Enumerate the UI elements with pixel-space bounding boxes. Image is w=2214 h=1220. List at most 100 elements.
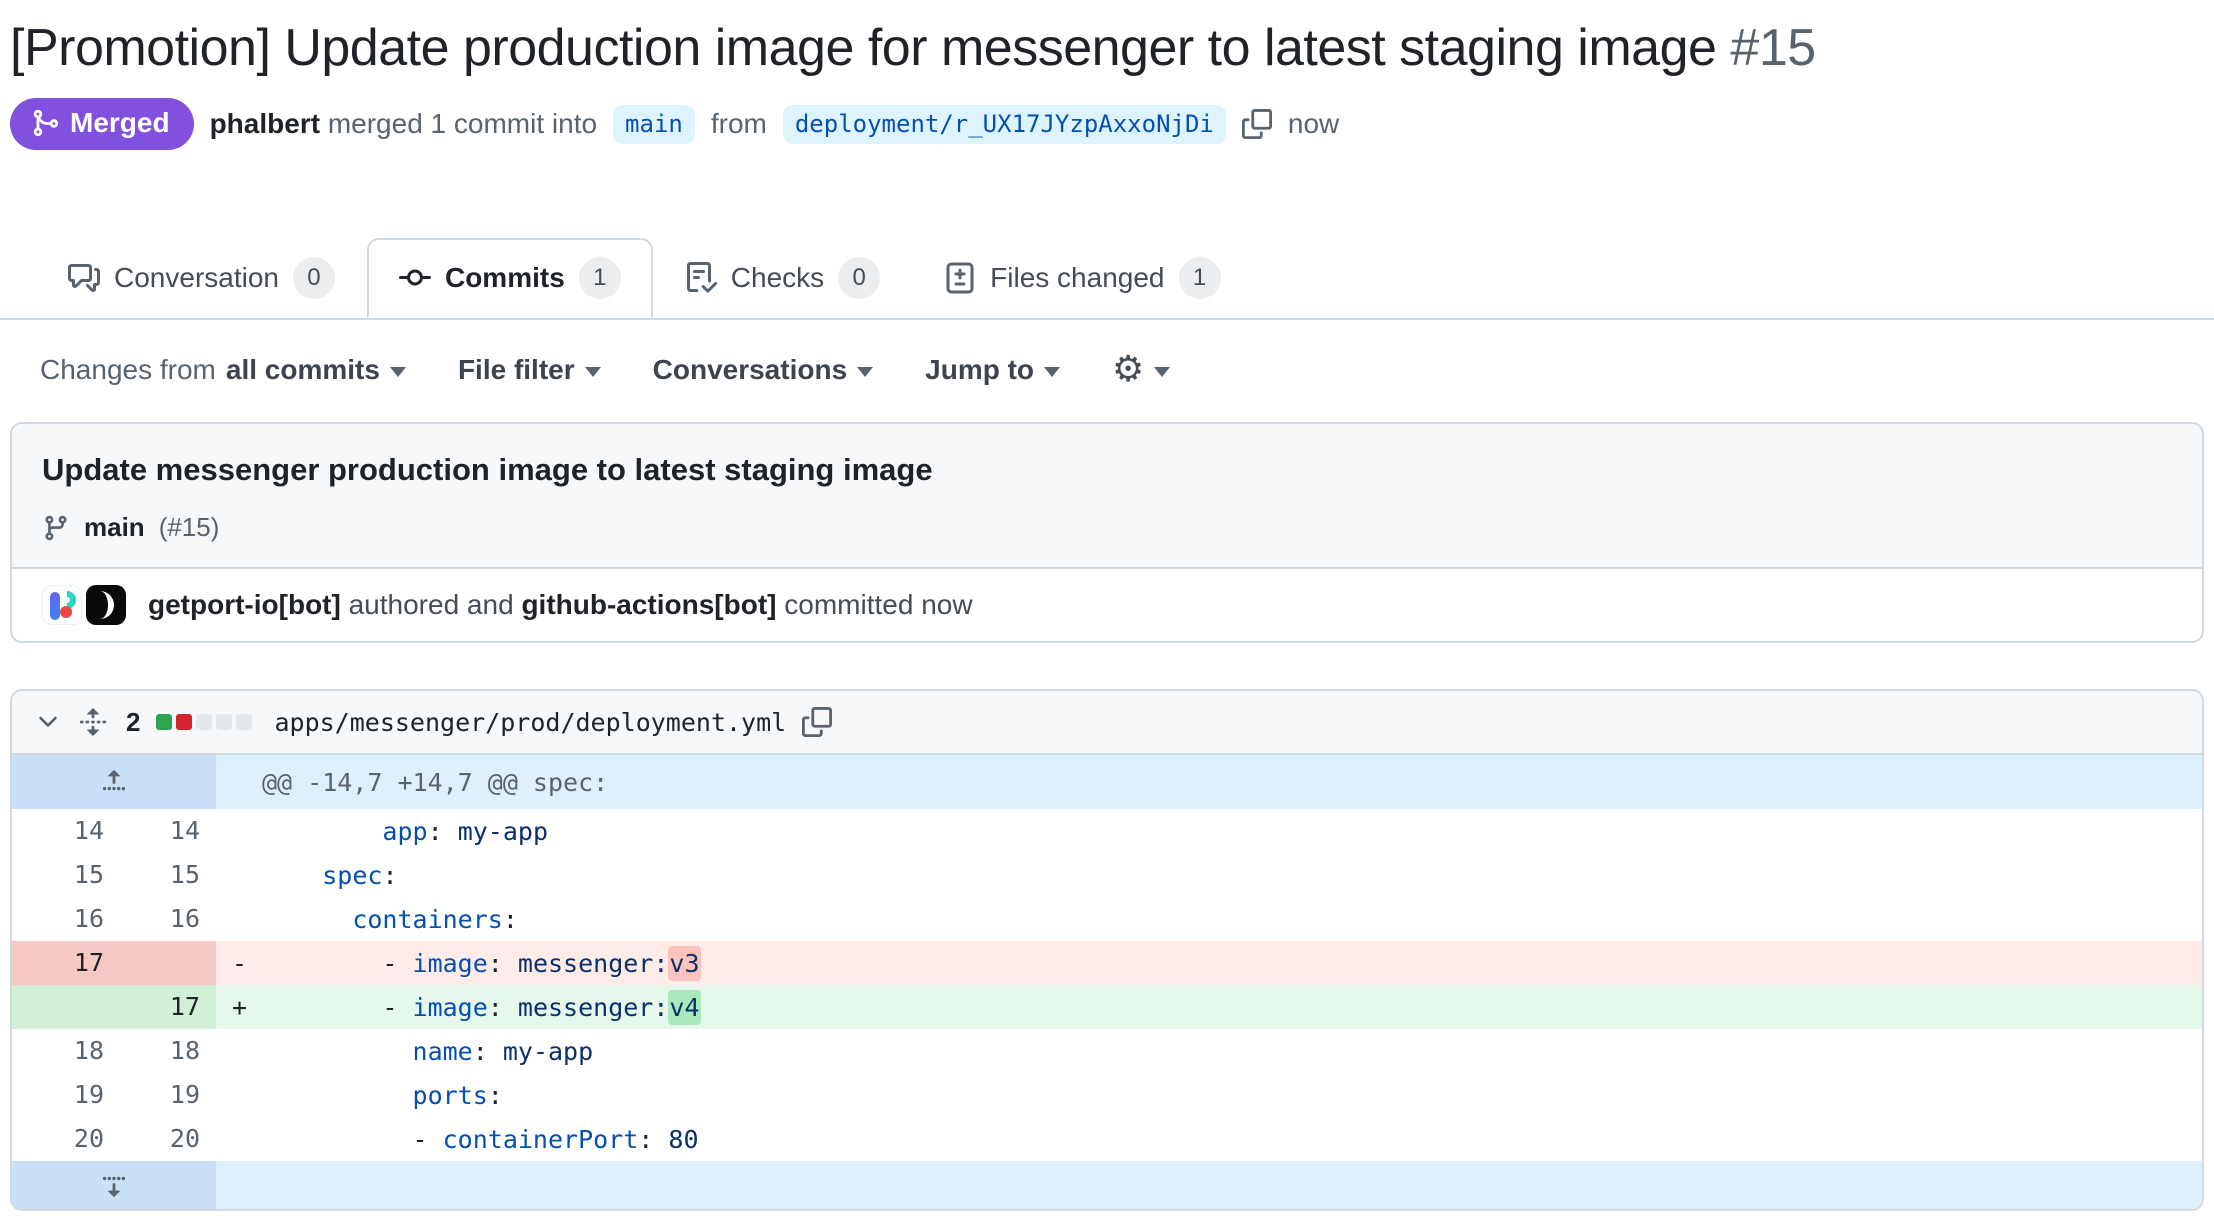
code-segment: [262, 817, 382, 846]
avatar-github-actions-bot[interactable]: [86, 585, 126, 625]
copy-branch-button[interactable]: [1242, 109, 1272, 139]
diffstat-square-neutral: [216, 714, 232, 730]
conversations-dropdown[interactable]: Conversations: [653, 354, 874, 386]
diffstat-square-add: [156, 714, 172, 730]
diff-line-marker: +: [216, 993, 262, 1022]
diff-line-row: 1616 containers:: [12, 897, 2202, 941]
diff-line-row: 1919 ports:: [12, 1073, 2202, 1117]
code-segment: messenger:: [518, 993, 669, 1022]
code-segment: -: [262, 949, 413, 978]
code-segment: app: [382, 817, 427, 846]
diff-new-line-number[interactable]: 20: [114, 1117, 216, 1161]
code-segment: [262, 1037, 413, 1066]
tab-count-badge: 0: [293, 257, 335, 299]
diff-line-marker: -: [216, 949, 262, 978]
byline-from: from: [711, 108, 767, 140]
code-segment: spec: [322, 861, 382, 890]
diff-old-line-number[interactable]: 14: [12, 809, 114, 853]
diffstat-square-del: [176, 714, 192, 730]
diff-new-line-number[interactable]: 14: [114, 809, 216, 853]
diff-new-line-number[interactable]: 15: [114, 853, 216, 897]
diff-old-line-number[interactable]: 15: [12, 853, 114, 897]
caret-down-icon: [390, 367, 406, 377]
copy-icon: [802, 707, 832, 737]
code-segment: [262, 861, 322, 890]
base-branch-ref[interactable]: main: [613, 105, 695, 144]
code-segment: ports: [413, 1081, 488, 1110]
commit-ref: (#15): [159, 512, 220, 543]
code-segment: 80: [668, 1125, 698, 1154]
hunk-header-row: @@ -14,7 +14,7 @@ spec:: [12, 755, 2202, 809]
tab-files-changed[interactable]: Files changed 1: [912, 238, 1252, 318]
code-segment: [262, 905, 352, 934]
tab-count-badge: 1: [579, 257, 621, 299]
commit-branch-name: main: [84, 512, 145, 543]
diff-code-line: + - image: messenger:v4: [216, 985, 2202, 1029]
diff-new-line-number[interactable]: 16: [114, 897, 216, 941]
diff-new-line-number[interactable]: 17: [114, 985, 216, 1029]
hunk-header-text: @@ -14,7 +14,7 @@ spec:: [216, 755, 2202, 809]
file-diff-icon: [944, 262, 976, 294]
diff-toolbar: Changes from all commits File filter Con…: [10, 352, 2204, 388]
diff-old-line-number[interactable]: 16: [12, 897, 114, 941]
git-branch-icon: [42, 514, 70, 542]
diff-line-row: 1414 app: my-app: [12, 809, 2202, 853]
code-segment: :: [503, 905, 518, 934]
commit-author[interactable]: getport-io[bot]: [148, 589, 341, 620]
diff-line-row: 2020 - containerPort: 80: [12, 1117, 2202, 1161]
avatar-getport-bot[interactable]: [42, 585, 82, 625]
diff-line-row: 1515 spec:: [12, 853, 2202, 897]
diff-old-line-number[interactable]: 17: [12, 941, 114, 985]
checklist-icon: [685, 262, 717, 294]
tab-commits[interactable]: Commits 1: [367, 238, 653, 318]
commit-committer[interactable]: github-actions[bot]: [521, 589, 776, 620]
diff-code-line: app: my-app: [216, 809, 2202, 853]
diff-old-line-number[interactable]: 18: [12, 1029, 114, 1073]
changes-from-dropdown[interactable]: Changes from all commits: [40, 354, 406, 386]
copy-icon: [1242, 109, 1272, 139]
chevron-down-icon: [34, 708, 62, 736]
code-segment: :: [488, 949, 518, 978]
diff-line-row: 17- - image: messenger:v3: [12, 941, 2202, 985]
caret-down-icon: [585, 367, 601, 377]
byline-author[interactable]: phalbert: [210, 108, 320, 139]
diff-old-line-number[interactable]: 20: [12, 1117, 114, 1161]
diff-new-line-number[interactable]: [114, 941, 216, 985]
diff-settings-dropdown[interactable]: ⚙: [1112, 352, 1170, 388]
code-segment: :: [428, 817, 458, 846]
jump-to-dropdown[interactable]: Jump to: [925, 354, 1060, 386]
tab-count-badge: 1: [1179, 257, 1221, 299]
file-collapse-toggle[interactable]: [34, 708, 62, 736]
head-branch-ref[interactable]: deployment/r_UX17JYzpAxxoNjDi: [783, 105, 1226, 144]
diff-old-line-number[interactable]: 19: [12, 1073, 114, 1117]
diff-code-line: - containerPort: 80: [216, 1117, 2202, 1161]
file-path[interactable]: apps/messenger/prod/deployment.yml: [274, 708, 786, 737]
expand-down-icon: [99, 1170, 129, 1200]
diff-old-line-number[interactable]: [12, 985, 114, 1029]
tab-checks[interactable]: Checks 0: [653, 238, 912, 318]
gear-icon: ⚙: [1112, 352, 1144, 388]
expand-up-icon: [99, 767, 129, 797]
diff-new-line-number[interactable]: 19: [114, 1073, 216, 1117]
expand-up-button[interactable]: [12, 755, 216, 809]
file-filter-dropdown[interactable]: File filter: [458, 354, 601, 386]
diff-table: 1414 app: my-app1515 spec:1616 container…: [12, 809, 2202, 1161]
commit-title[interactable]: Update messenger production image to lat…: [42, 452, 2172, 488]
tab-label: Checks: [731, 262, 824, 294]
diffstat: [156, 714, 252, 730]
pr-number: #15: [1730, 19, 1815, 77]
code-segment: containers: [352, 905, 503, 934]
unfold-icon: [78, 707, 108, 737]
diff-code-line: spec:: [216, 853, 2202, 897]
code-segment: :: [638, 1125, 668, 1154]
diff-code-line: name: my-app: [216, 1029, 2202, 1073]
code-segment: [262, 1081, 413, 1110]
expand-down-button[interactable]: [12, 1161, 216, 1209]
byline-time: now: [1288, 108, 1339, 140]
expand-all-button[interactable]: [78, 707, 108, 737]
tab-conversation[interactable]: Conversation 0: [36, 238, 367, 318]
git-merge-icon: [30, 108, 60, 138]
diff-new-line-number[interactable]: 18: [114, 1029, 216, 1073]
code-segment: v3: [668, 946, 700, 981]
copy-path-button[interactable]: [802, 707, 832, 737]
